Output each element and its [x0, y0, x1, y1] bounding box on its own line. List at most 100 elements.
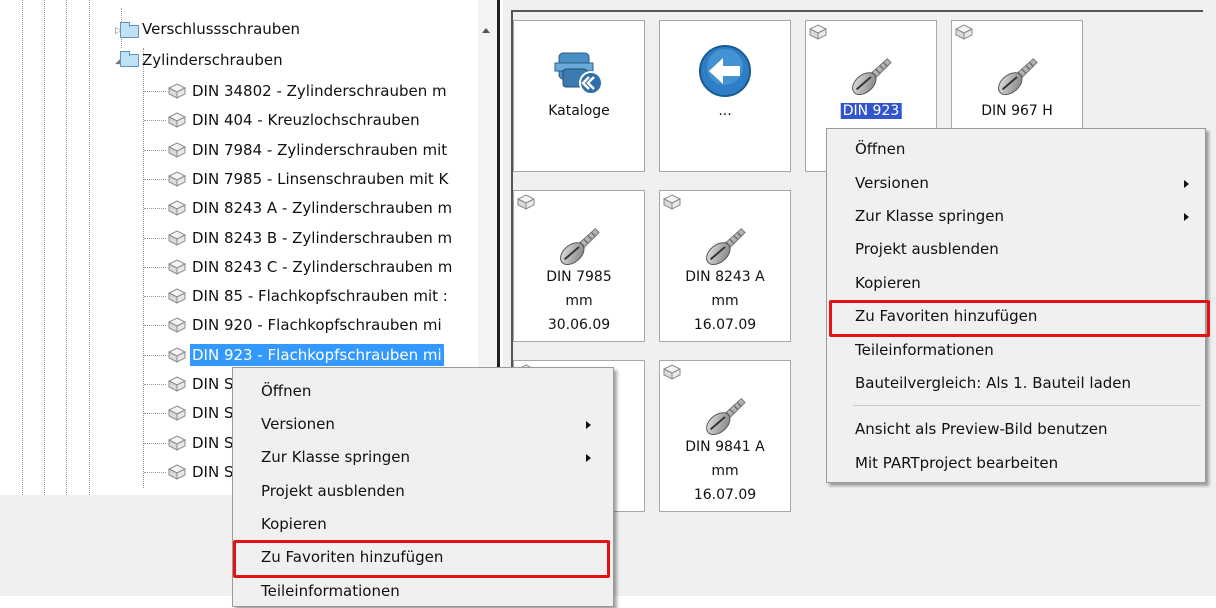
menu-item-label: Versionen	[261, 415, 335, 433]
part-cube-icon	[167, 171, 187, 187]
menu-item-kopieren[interactable]: Kopieren	[233, 508, 613, 541]
tree-connector	[144, 237, 166, 239]
menu-item-teileinformationen[interactable]: Teileinformationen	[827, 334, 1205, 367]
catalog-icon	[554, 52, 603, 95]
scroll-up-icon[interactable]	[482, 28, 490, 33]
part-cube-icon	[167, 405, 187, 422]
part-cube-icon	[167, 376, 187, 392]
tree-connector	[144, 413, 166, 415]
menu-item-label: Kopieren	[261, 515, 327, 533]
tree-item-label: DIN 8243 A - Zylinderschrauben m	[192, 199, 453, 218]
tile-name: ...	[718, 103, 732, 119]
tree-item[interactable]: DIN 7985 - Linsenschrauben mit K	[144, 168, 476, 190]
submenu-arrow-icon	[586, 454, 591, 462]
part-tile[interactable]: DIN 7985 mm 30.06.09	[513, 190, 645, 342]
part-cube-icon	[167, 259, 187, 275]
tree-guide-line	[66, 0, 67, 495]
tree-item[interactable]: DIN 8243 A - Zylinderschrauben m	[144, 197, 476, 219]
part-cube-icon	[167, 200, 187, 216]
menu-item-label: Bauteilvergleich: Als 1. Bauteil laden	[855, 374, 1132, 392]
menu-item-zur-klasse-springen[interactable]: Zur Klasse springen	[827, 200, 1205, 233]
part-cube-icon	[808, 24, 828, 40]
tree-folder-verschlussschrauben[interactable]: ▷ Verschlussschrauben	[112, 20, 472, 42]
part-cube-icon	[662, 194, 682, 210]
tile-date: 30.06.09	[547, 317, 611, 333]
tree-item-label: DIN 34802 - Zylinderschrauben m	[192, 82, 447, 100]
tree-item[interactable]: DIN 7984 - Zylinderschrauben mit	[144, 139, 476, 161]
tile-date: 16.07.09	[693, 317, 757, 333]
menu-item-projekt-ausblenden[interactable]: Projekt ausblenden	[233, 475, 613, 508]
menu-item-öffnen[interactable]: Öffnen	[233, 375, 613, 408]
screw-icon	[701, 221, 749, 273]
tree-item[interactable]: DIN 8243 C - Zylinderschrauben m	[144, 256, 476, 278]
tree-item[interactable]: DIN 85 - Flachkopfschrauben mit :	[144, 285, 476, 307]
tree-item-label: DIN 85 - Flachkopfschrauben mit :	[192, 287, 448, 306]
menu-item-versionen[interactable]: Versionen	[827, 167, 1205, 200]
part-cube-icon	[167, 112, 187, 129]
menu-item-label: Projekt ausblenden	[261, 482, 405, 500]
tree-connector	[144, 91, 166, 92]
part-cube-icon	[167, 83, 187, 99]
tree-guide-line	[44, 0, 45, 495]
menu-item-label: Kopieren	[855, 274, 921, 292]
part-tile[interactable]: Kataloge	[513, 20, 645, 172]
menu-item-öffnen[interactable]: Öffnen	[827, 133, 1205, 166]
folder-open-icon	[120, 51, 139, 67]
menu-item-ansicht-als-preview-bild-benutzen[interactable]: Ansicht als Preview-Bild benutzen	[827, 413, 1205, 446]
part-cube-icon	[167, 317, 187, 334]
screw-icon	[706, 228, 746, 266]
tree-item[interactable]: DIN 8243 B - Zylinderschrauben m	[144, 227, 476, 249]
tree-item[interactable]: DIN 34802 - Zylinderschrauben m	[144, 80, 476, 102]
menu-item-label: Zur Klasse springen	[855, 207, 1004, 225]
highlight-box	[829, 300, 1210, 337]
menu-item-versionen[interactable]: Versionen	[233, 408, 613, 441]
tile-unit: mm	[711, 463, 739, 479]
screw-icon	[852, 58, 892, 96]
tree-item[interactable]: DIN 404 - Kreuzlochschrauben	[144, 109, 476, 131]
tile-name: DIN 923	[840, 103, 902, 119]
menu-item-bauteilvergleich-als-1-bauteil-laden[interactable]: Bauteilvergleich: Als 1. Bauteil laden	[827, 367, 1205, 400]
part-cube-icon	[167, 171, 187, 187]
menu-item-label: Versionen	[855, 174, 929, 192]
tree-folder-zylinderschrauben[interactable]: ◢ Zylinderschrauben	[112, 49, 472, 71]
tree-guide-line	[143, 48, 144, 488]
tile-unit: mm	[565, 293, 593, 309]
part-tile[interactable]: ...	[659, 20, 791, 172]
tree-connector	[144, 120, 166, 122]
tile-unit: mm	[711, 293, 739, 309]
submenu-arrow-icon	[1184, 213, 1189, 221]
tree-guide-line	[22, 0, 23, 495]
menu-item-zur-klasse-springen[interactable]: Zur Klasse springen	[233, 441, 613, 474]
part-tile[interactable]: DIN 9841 A mm 16.07.09	[659, 360, 791, 512]
tree-connector	[144, 354, 166, 356]
part-cube-icon	[167, 200, 187, 216]
tree-item[interactable]: DIN 923 - Flachkopfschrauben mi	[144, 343, 476, 366]
part-tile[interactable]: DIN 8243 A mm 16.07.09	[659, 190, 791, 342]
part-cube-icon	[167, 142, 187, 158]
tile-name: Kataloge	[548, 103, 610, 119]
part-cube-icon	[167, 435, 187, 451]
menu-item-projekt-ausblenden[interactable]: Projekt ausblenden	[827, 233, 1205, 266]
part-cube-icon	[167, 347, 187, 363]
folder-icon	[120, 22, 139, 38]
tree-item[interactable]: DIN 920 - Flachkopfschrauben mi	[144, 314, 476, 336]
menu-item-label: Öffnen	[855, 140, 906, 158]
menu-item-kopieren[interactable]: Kopieren	[827, 267, 1205, 300]
screw-icon	[706, 398, 746, 436]
tree-item-label: DIN 7985 - Linsenschrauben mit K	[192, 169, 449, 188]
tree-folder-label: Verschlussschrauben	[142, 20, 301, 38]
tile-name: DIN 7985	[546, 269, 612, 285]
menu-item-teileinformationen[interactable]: Teileinformationen	[233, 575, 613, 608]
menu-item-label: Projekt ausblenden	[855, 240, 999, 258]
tree-connector	[144, 296, 166, 298]
part-cube-icon	[167, 83, 187, 99]
part-cube-icon	[662, 364, 682, 380]
part-cube-icon	[167, 376, 187, 392]
part-cube-icon	[167, 435, 187, 451]
back-arrow-icon	[697, 43, 753, 103]
menu-item-mit-partproject-bearbeiten[interactable]: Mit PARTproject bearbeiten	[827, 447, 1205, 480]
screw-icon	[560, 228, 600, 266]
catalog-icon	[551, 43, 607, 103]
tree-item-label: DIN 920 - Flachkopfschrauben mi	[192, 316, 442, 335]
submenu-arrow-icon	[1184, 180, 1189, 188]
